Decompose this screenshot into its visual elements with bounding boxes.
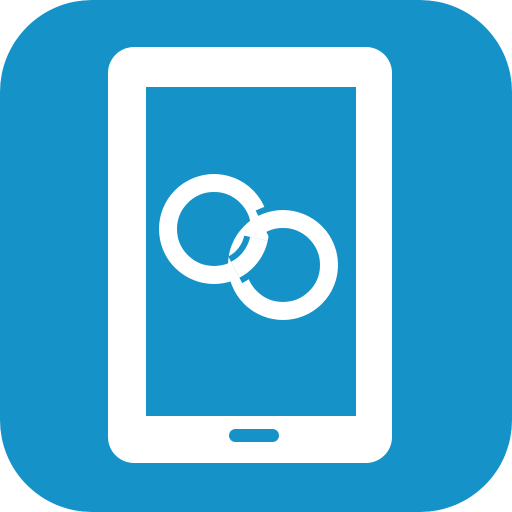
home-button <box>229 429 279 442</box>
app-icon[interactable] <box>0 0 512 512</box>
app-icon-graphic <box>0 0 512 512</box>
